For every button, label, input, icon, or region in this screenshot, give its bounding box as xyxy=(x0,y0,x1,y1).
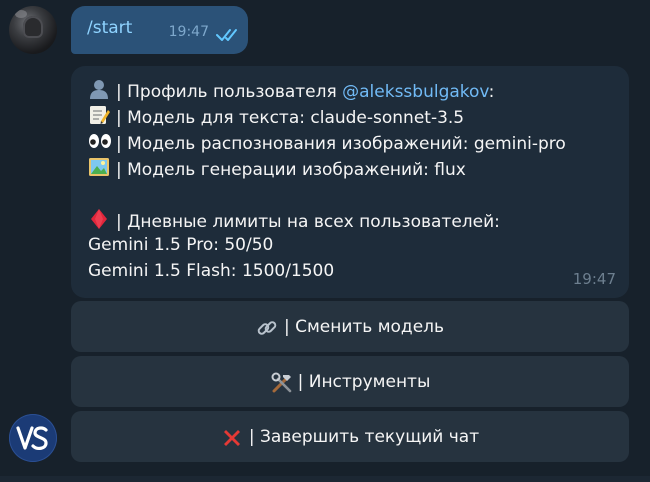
picture-icon xyxy=(88,156,110,176)
user-mention-link[interactable]: @alekssbulgakov xyxy=(342,82,488,102)
red-diamond-icon xyxy=(88,208,110,229)
incoming-message-time: 19:47 xyxy=(572,270,616,288)
profile-line: | Профиль пользователя @alekssbulgakov: xyxy=(88,78,494,103)
outgoing-message: /start 19:47 xyxy=(71,6,248,54)
image-model-label: | Модель генерации изображений: flux xyxy=(116,160,466,180)
limit-flash-line: Gemini 1.5 Flash: 1500/1500 xyxy=(88,261,335,281)
limit-pro-line: Gemini 1.5 Pro: 50/50 xyxy=(88,235,274,255)
start-command-text[interactable]: /start xyxy=(87,18,132,38)
user-avatar[interactable] xyxy=(9,6,57,54)
image-model-line: | Модель генерации изображений: flux xyxy=(88,156,466,181)
tools-button[interactable]: | Инструменты xyxy=(71,356,629,407)
link-icon xyxy=(256,317,278,337)
end-chat-label: | Завершить текущий чат xyxy=(248,426,480,447)
user-silhouette-icon xyxy=(88,78,110,99)
eyes-icon xyxy=(88,130,111,150)
vs-logo-icon xyxy=(16,426,48,450)
double-check-icon xyxy=(216,29,237,41)
tools-label: | Инструменты xyxy=(297,371,431,392)
end-chat-button[interactable]: | Завершить текущий чат xyxy=(71,411,629,462)
limits-title-label: | Дневные лимиты на всех пользователей: xyxy=(116,212,500,232)
limits-title-line: | Дневные лимиты на всех пользователей: xyxy=(88,208,500,233)
tools-icon xyxy=(270,372,292,392)
incoming-message: | Профиль пользователя @alekssbulgakov: … xyxy=(71,66,629,298)
text-model-label: | Модель для текста: claude-sonnet-3.5 xyxy=(116,108,465,128)
vision-model-label: | Модель распознования изображений: gemi… xyxy=(116,134,566,154)
vision-model-line: | Модель распознования изображений: gemi… xyxy=(88,130,566,155)
profile-suffix: : xyxy=(488,82,495,102)
text-model-line: | Модель для текста: claude-sonnet-3.5 xyxy=(88,104,464,129)
bot-avatar[interactable] xyxy=(9,414,57,462)
cross-mark-icon xyxy=(221,427,243,447)
outgoing-message-time: 19:47 xyxy=(168,24,209,40)
change-model-button[interactable]: | Сменить модель xyxy=(71,301,629,352)
change-model-label: | Сменить модель xyxy=(283,316,445,337)
memo-icon xyxy=(88,104,110,124)
profile-label: | Профиль пользователя xyxy=(116,82,343,102)
bottom-edge xyxy=(0,476,650,482)
